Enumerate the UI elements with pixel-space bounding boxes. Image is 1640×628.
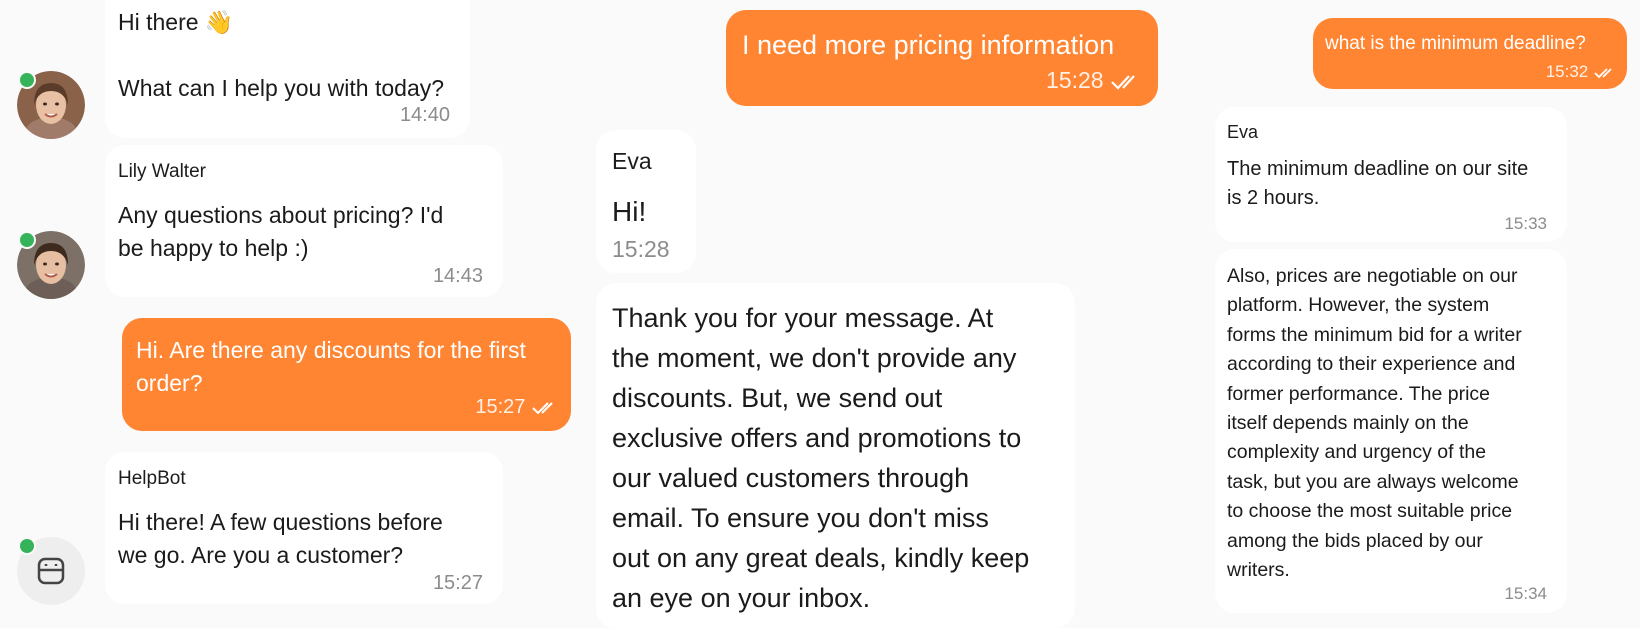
message-time: 15:34 <box>1504 584 1547 603</box>
sender-name: Lily Walter <box>118 161 206 182</box>
message-time: 15:27 <box>475 396 559 419</box>
sender-name: Eva <box>612 148 652 174</box>
double-check-icon <box>1594 67 1612 78</box>
message-text: what is the minimum deadline? <box>1325 33 1586 54</box>
avatar-lily-2 <box>17 231 85 309</box>
online-status-dot <box>18 71 36 89</box>
message-eva-deadline: Eva The minimum deadline on our site is … <box>1215 107 1567 242</box>
message-eva-discounts: Thank you for your message. At the momen… <box>596 283 1075 628</box>
message-user-discounts: Hi. Are there any discounts for the firs… <box>122 318 571 431</box>
message-helpbot: HelpBot Hi there! A few questions before… <box>105 452 503 604</box>
message-time: 15:32 <box>1546 62 1617 82</box>
message-user-deadline: what is the minimum deadline? 15:32 <box>1313 18 1627 89</box>
avatar-helpbot <box>17 537 85 605</box>
message-text: Hi. Are there any discounts for the firs… <box>136 337 526 396</box>
double-check-icon <box>1111 75 1135 90</box>
double-check-icon <box>532 402 553 415</box>
message-text: The minimum deadline on our site is 2 ho… <box>1227 158 1529 209</box>
message-time: 14:40 <box>399 104 450 126</box>
message-text: Thank you for your message. At the momen… <box>612 303 1030 613</box>
online-status-dot <box>18 537 36 555</box>
message-time: 15:27 <box>432 572 483 594</box>
message-text: I need more pricing information <box>742 30 1115 60</box>
message-text: Any questions about pricing? I'd be happ… <box>118 202 444 261</box>
message-time: 15:33 <box>1504 214 1547 233</box>
message-text: Also, prices are negotiable on our platf… <box>1227 265 1522 582</box>
avatar-lily-1 <box>17 71 85 149</box>
robot-icon <box>37 557 65 585</box>
message-lily-walter: Lily Walter Any questions about pricing?… <box>105 145 503 297</box>
message-eva-hi: Eva Hi! 15:28 <box>596 130 696 273</box>
message-time: 15:28 <box>1046 67 1142 94</box>
message-greeting: Hi there 👋 What can I help you with toda… <box>105 0 470 138</box>
message-time: 15:28 <box>612 236 670 262</box>
sender-name: Eva <box>1227 122 1259 142</box>
message-time-text: 15:32 <box>1545 62 1589 81</box>
message-text: Hi there 👋 What can I help you with toda… <box>118 9 445 101</box>
message-time-text: 15:27 <box>475 396 526 418</box>
sender-name: HelpBot <box>118 468 186 489</box>
online-status-dot <box>18 231 36 249</box>
message-text: Hi there! A few questions before we go. … <box>118 509 443 568</box>
message-text: Hi! <box>612 196 647 227</box>
message-eva-prices: Also, prices are negotiable on our platf… <box>1215 249 1567 613</box>
message-time-text: 15:28 <box>1046 67 1104 93</box>
message-time: 14:43 <box>432 265 483 287</box>
message-user-pricing: I need more pricing information 15:28 <box>726 10 1158 106</box>
